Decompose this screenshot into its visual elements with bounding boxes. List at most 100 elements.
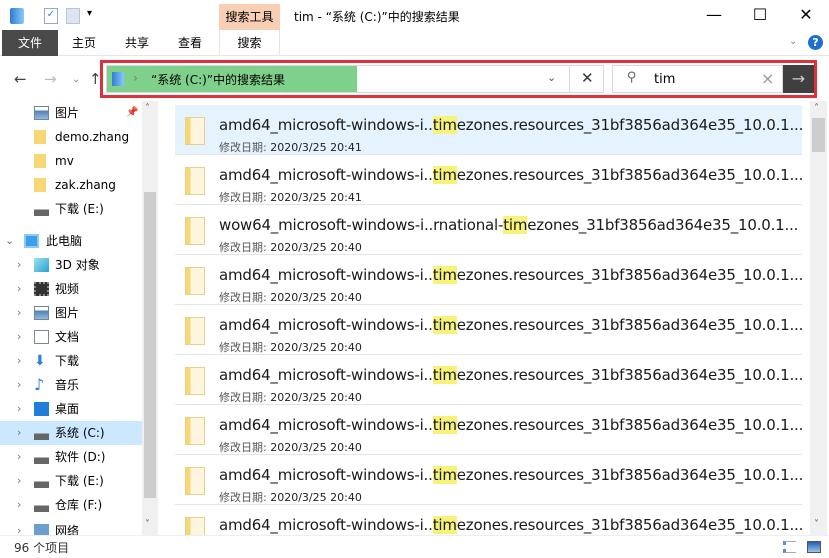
cancel-search-button[interactable]: ✕ (581, 69, 594, 87)
search-go-button[interactable]: → (783, 65, 814, 93)
customize-quick-access-icon[interactable]: ▾ (87, 8, 92, 19)
address-path[interactable]: “系统 (C:)”中的搜索结果 (151, 71, 285, 88)
chevron-right-icon[interactable]: › (17, 397, 21, 421)
modified-date-value: 2020/3/25 20:40 (270, 341, 362, 354)
scroll-up-icon[interactable]: ˄ (145, 103, 150, 114)
nav-item[interactable]: › 桌面 (0, 397, 142, 421)
nav-item[interactable]: › 仓库 (F:) (0, 493, 142, 517)
recent-locations-icon[interactable]: ⌄ (72, 74, 80, 85)
modified-date-label: 修改日期: (219, 241, 267, 254)
new-folder-icon[interactable] (66, 8, 80, 24)
result-row[interactable]: amd64_microsoft-windows-i..timezones.res… (175, 455, 803, 505)
clear-search-button[interactable]: × (761, 69, 774, 88)
file-name: amd64_microsoft-windows-i..timezones.res… (219, 416, 803, 434)
forward-button[interactable]: → (44, 70, 57, 88)
chevron-right-icon[interactable]: › (17, 277, 21, 301)
nav-item[interactable]: › 图片 (0, 301, 142, 325)
item-count: 96 个项目 (14, 541, 70, 555)
nav-item[interactable]: 下载 (E:) (0, 197, 142, 221)
documents-icon (34, 330, 49, 344)
modified-date-value: 2020/3/25 20:40 (270, 441, 362, 454)
properties-icon[interactable]: ✓ (44, 8, 58, 24)
breadcrumb-separator[interactable]: › (133, 71, 138, 85)
chevron-right-icon[interactable]: › (17, 493, 21, 517)
minimize-button[interactable]: — (691, 0, 737, 30)
nav-item[interactable]: › 系统 (C:) (0, 421, 142, 445)
system-drive-icon (34, 426, 49, 440)
nav-item[interactable]: 图片 📌 (0, 101, 142, 125)
chevron-right-icon[interactable]: › (17, 301, 21, 325)
result-row[interactable]: amd64_microsoft-windows-i..timezones.res… (175, 305, 803, 355)
chevron-down-icon[interactable]: ⌄ (5, 229, 14, 253)
file-name: amd64_microsoft-windows-i..timezones.res… (219, 366, 803, 384)
nav-item[interactable]: › 3D 对象 (0, 253, 142, 277)
tab-share[interactable]: 共享 (115, 30, 159, 56)
modified-date-label: 修改日期: (219, 341, 267, 354)
scroll-down-icon[interactable]: ˅ (814, 519, 819, 530)
3d-objects-icon (34, 258, 49, 272)
nav-scrollbar-thumb[interactable] (144, 192, 156, 498)
details-view-button[interactable] (783, 541, 796, 553)
nav-item[interactable]: › 下载 (E:) (0, 469, 142, 493)
drive-icon (34, 498, 49, 512)
drive-icon (34, 450, 49, 464)
content-scrollbar[interactable]: ˄ ˅ (810, 101, 827, 535)
chevron-right-icon[interactable]: › (17, 325, 21, 349)
large-icons-view-button[interactable] (807, 541, 821, 553)
nav-item[interactable]: › 文档 (0, 325, 142, 349)
nav-item[interactable]: › ♪ 音乐 (0, 373, 142, 397)
tab-search[interactable]: 搜索 (219, 30, 280, 56)
result-row[interactable]: wow64_microsoft-windows-i..rnational-tim… (175, 205, 802, 255)
address-bar[interactable]: › “系统 (C:)”中的搜索结果 ⌄ ✕ (106, 65, 604, 93)
chevron-right-icon[interactable]: › (17, 445, 21, 469)
search-match-highlight: tim (432, 366, 457, 384)
window-title: tim - “系统 (C:)”中的搜索结果 (294, 10, 460, 24)
search-input[interactable]: tim (654, 72, 675, 87)
tab-home[interactable]: 主页 (62, 30, 106, 56)
file-name-prefix: wow64_microsoft-windows-i..rnational- (219, 216, 504, 234)
close-button[interactable]: ✕ (783, 0, 829, 30)
nav-item[interactable]: › 网络 (0, 519, 142, 535)
modified-date: 修改日期: 2020/3/25 20:41 (219, 189, 362, 205)
back-button[interactable]: ← (14, 70, 27, 88)
help-icon[interactable]: ? (808, 35, 823, 50)
folder-icon (34, 178, 46, 192)
result-row[interactable]: amd64_microsoft-windows-i..timezones.res… (175, 105, 803, 155)
maximize-button[interactable]: ☐ (737, 0, 783, 30)
expand-ribbon-icon[interactable]: ⌄ (789, 36, 797, 47)
nav-item[interactable]: › 软件 (D:) (0, 445, 142, 469)
chevron-right-icon[interactable]: › (17, 421, 21, 445)
nav-item[interactable]: zak.zhang (0, 173, 142, 197)
nav-item[interactable]: › 视频 (0, 277, 142, 301)
modified-date-value: 2020/3/25 20:40 (270, 291, 362, 304)
chevron-right-icon[interactable]: › (17, 253, 21, 277)
result-row[interactable]: amd64_microsoft-windows-i..timezones.res… (175, 255, 804, 305)
chevron-right-icon[interactable]: › (17, 373, 21, 397)
nav-item-label: 仓库 (F:) (55, 498, 103, 512)
file-name-suffix: ezones.resources_31bf3856ad364e35_10.0.1… (456, 366, 804, 384)
nav-item[interactable]: demo.zhang (0, 125, 142, 149)
nav-item-label: 软件 (D:) (55, 450, 106, 464)
address-dropdown-icon[interactable]: ⌄ (547, 71, 556, 84)
tab-view[interactable]: 查看 (168, 30, 212, 56)
file-name-suffix: ezones.resources_31bf3856ad364e35_10.0.1… (456, 266, 804, 284)
nav-item[interactable]: mv (0, 149, 142, 173)
file-name: amd64_microsoft-windows-i..timezones.res… (219, 316, 803, 334)
content-scrollbar-thumb[interactable] (812, 118, 825, 152)
result-row[interactable]: amd64_microsoft-windows-i..timezones.res… (175, 355, 803, 405)
navigation-pane: 图片 📌 demo.zhang mv zak.zhang 下载 (E:) ⌄ 此电脑 › 3D 对… (0, 101, 158, 535)
chevron-right-icon[interactable]: › (17, 349, 21, 373)
search-box[interactable]: ⚲ tim × (612, 65, 783, 93)
scroll-up-icon[interactable]: ˄ (814, 103, 819, 114)
nav-item[interactable]: › ⬇ 下载 (0, 349, 142, 373)
result-row[interactable]: amd64_microsoft-windows-i..timezones.res… (175, 505, 803, 535)
search-match-highlight: tim (432, 466, 457, 484)
result-row[interactable]: amd64_microsoft-windows-i..timezones.res… (175, 155, 803, 205)
search-match-highlight: tim (432, 316, 457, 334)
nav-item[interactable]: ⌄ 此电脑 (0, 229, 142, 253)
result-row[interactable]: amd64_microsoft-windows-i..timezones.res… (175, 405, 803, 455)
chevron-right-icon[interactable]: › (17, 519, 21, 535)
chevron-right-icon[interactable]: › (17, 469, 21, 493)
tab-file[interactable]: 文件 (2, 30, 58, 56)
scroll-down-icon[interactable]: ˅ (145, 519, 150, 530)
